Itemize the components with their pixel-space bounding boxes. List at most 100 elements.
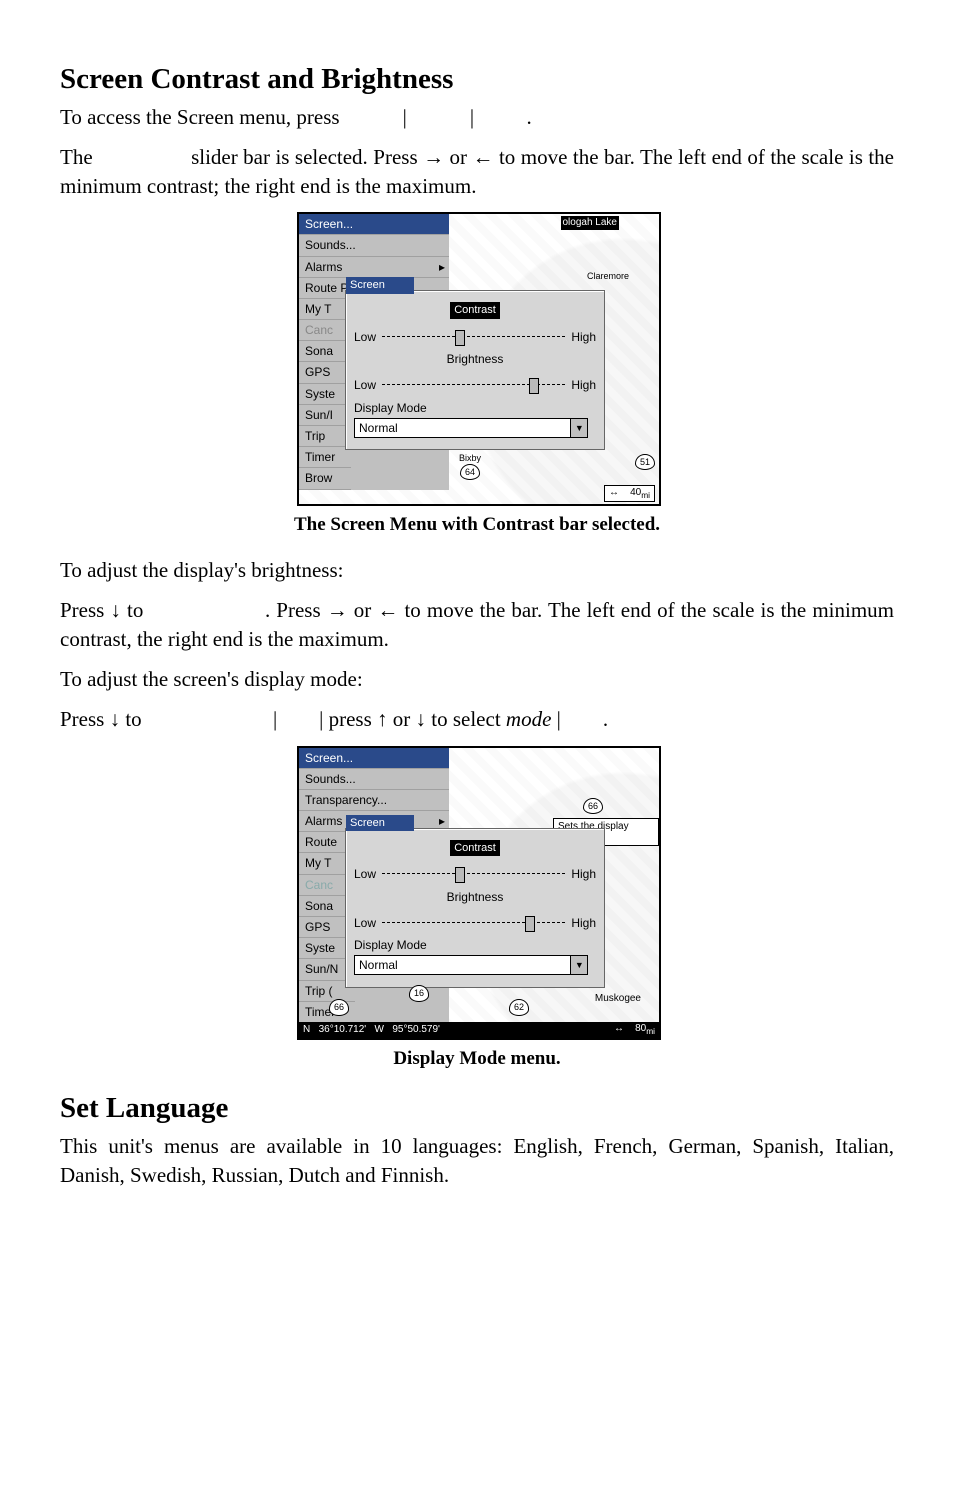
screenshot-1: ologah Lake Claremore Screen... Sounds..…	[297, 212, 661, 506]
menu-item[interactable]: Syste	[299, 384, 351, 405]
screen-panel: Screen Contrast Low High Brightness Low …	[345, 290, 605, 450]
figure-screen-menu: ologah Lake Claremore Screen... Sounds..…	[297, 212, 657, 506]
display-mode-dropdown[interactable]: Normal	[354, 955, 588, 975]
dot: .	[527, 105, 532, 129]
brightness-slider[interactable]	[382, 378, 565, 392]
dropdown-value: Normal	[355, 420, 570, 436]
txt: W	[375, 1024, 384, 1035]
panel-title: Screen	[346, 277, 414, 294]
slider-thumb[interactable]	[529, 378, 539, 394]
slider-thumb[interactable]	[455, 867, 465, 883]
sep: |	[470, 105, 474, 129]
txt: Brightness	[447, 352, 504, 366]
access-instruction: To access the Screen menu, press | | .	[60, 103, 894, 131]
arrow-icon: ↔	[614, 1023, 624, 1034]
figure1-caption: The Screen Menu with Contrast bar select…	[60, 512, 894, 538]
dropdown-button[interactable]	[570, 419, 587, 437]
menu-item[interactable]: My T	[299, 299, 351, 320]
menu-item[interactable]: GPS	[299, 362, 351, 383]
route-shield-icon: 66	[329, 999, 349, 1015]
scale-unit: mi	[641, 490, 650, 500]
scale-indicator: ↔ 40mi	[604, 485, 655, 502]
menu-item[interactable]: Sona	[299, 341, 351, 362]
mode-placeholder: mode	[506, 707, 552, 731]
sep: |	[403, 105, 407, 129]
figure2-caption: Display Mode menu.	[60, 1046, 894, 1072]
txt: slider bar is selected. Press → or ← to …	[60, 145, 894, 197]
menu-item[interactable]: Alarms ▸	[299, 257, 449, 278]
heading-set-language: Set Language	[60, 1089, 894, 1128]
menu-item[interactable]: Sun/I	[299, 405, 351, 426]
scale: ↔ 80mi	[614, 1022, 655, 1037]
dropdown-button[interactable]	[570, 956, 587, 974]
low-label: Low	[354, 329, 376, 345]
map-bixby: Bixby 64	[459, 452, 481, 480]
txt: Alarms	[305, 814, 342, 828]
brightness-label: Brightness	[354, 351, 596, 367]
contrast-label: Contrast	[354, 839, 596, 857]
txt: Bixby	[459, 453, 481, 463]
menu-item[interactable]: Brow	[299, 468, 351, 489]
status-bar: N 36°10.712' W 95°50.579' ↔ 80mi	[299, 1022, 659, 1038]
brightness-label: Brightness	[354, 889, 596, 905]
contrast-slider[interactable]	[382, 330, 565, 344]
low-label: Low	[354, 377, 376, 393]
display-mode-dropdown[interactable]: Normal	[354, 418, 588, 438]
txt: 95°50.579'	[392, 1024, 440, 1035]
txt: 16	[409, 985, 429, 1001]
txt: Press ↓ to	[60, 598, 143, 622]
txt: 66	[583, 798, 603, 814]
txt: Contrast	[450, 302, 500, 319]
map-label-claremore: Claremore	[587, 270, 629, 282]
high-label: High	[571, 377, 596, 393]
txt: 36°10.712'	[319, 1024, 367, 1035]
menu-item[interactable]: Sounds...	[299, 769, 449, 790]
txt: . Press → or ← to move the bar. The left…	[60, 598, 894, 650]
display-mode-heading: To adjust the screen's display mode:	[60, 665, 894, 693]
submenu-arrow-icon: ▸	[439, 259, 445, 275]
route-shield-icon: 51	[635, 454, 655, 470]
contrast-instruction: The slider bar is selected. Press → or ←…	[60, 143, 894, 200]
display-mode-label: Display Mode	[354, 400, 596, 416]
txt: To access the Screen menu, press	[60, 105, 340, 129]
brightness-slider[interactable]	[382, 916, 565, 930]
sep: |	[551, 707, 560, 731]
txt: 62	[509, 999, 529, 1015]
menu-item[interactable]: Trip	[299, 426, 351, 447]
menu-item[interactable]: Screen...	[299, 214, 449, 235]
menu-item[interactable]: Screen...	[299, 748, 449, 769]
coords: N 36°10.712' W 95°50.579'	[303, 1023, 440, 1037]
contrast-slider[interactable]	[382, 867, 565, 881]
route-shield-icon: 16	[409, 985, 429, 1001]
menu-item[interactable]: Timer	[299, 447, 351, 468]
heading-screen-contrast: Screen Contrast and Brightness	[60, 60, 894, 99]
dot: .	[603, 707, 608, 731]
dropdown-value: Normal	[355, 957, 570, 973]
map-label-muskogee: Muskogee	[595, 992, 641, 1006]
contrast-slider-row: Low High	[354, 866, 596, 882]
screenshot-2: Screen... Sounds... Transparency... Alar…	[297, 746, 661, 1040]
slider-thumb[interactable]	[455, 330, 465, 346]
txt: mi	[646, 1026, 655, 1036]
panel-title: Screen	[346, 815, 414, 832]
slider-thumb[interactable]	[525, 916, 535, 932]
language-paragraph: This unit's menus are available in 10 la…	[60, 1132, 894, 1189]
menu-item[interactable]: Transparency...	[299, 790, 449, 811]
route-shield-icon: 64	[460, 464, 480, 480]
txt: Press ↓ to	[60, 707, 142, 731]
brightness-heading: To adjust the display's brightness:	[60, 556, 894, 584]
low-label: Low	[354, 866, 376, 882]
low-label: Low	[354, 915, 376, 931]
contrast-label: Contrast	[354, 301, 596, 319]
menu-item[interactable]: Canc	[299, 320, 351, 341]
contrast-slider-row: Low High	[354, 329, 596, 345]
route-shield-icon: 66	[583, 798, 603, 814]
txt: 51	[635, 454, 655, 470]
scale-value: 40	[630, 487, 641, 498]
txt: Alarms	[305, 260, 342, 274]
txt: Brightness	[447, 890, 504, 904]
menu-item[interactable]: Sounds...	[299, 235, 449, 256]
map-label-lake: ologah Lake	[561, 216, 620, 230]
figure-display-mode: Screen... Sounds... Transparency... Alar…	[297, 746, 657, 1040]
display-mode-instruction: Press ↓ to | | press ↑ or ↓ to select mo…	[60, 705, 894, 733]
